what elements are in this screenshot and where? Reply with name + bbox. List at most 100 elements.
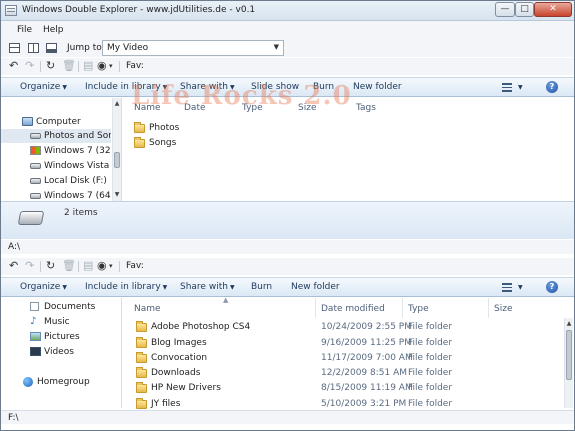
bottom-navigation-tree: Documents ♪ Music Pictures Videos Homegr…: [1, 298, 122, 408]
share-with-button[interactable]: Share with ▼: [180, 82, 235, 92]
tree-item-label: Windows 7 (32 Bi: [44, 146, 111, 156]
scrollbar-thumb[interactable]: [566, 330, 572, 380]
tree-scrollbar[interactable]: ▲ ▼: [112, 98, 121, 201]
tree-item-windows7-64[interactable]: Windows 7 (64 Bi: [1, 189, 111, 201]
properties-icon[interactable]: ▤: [83, 259, 93, 272]
table-row[interactable]: HP New Drivers 8/15/2009 11:19 AM File f…: [134, 381, 574, 396]
organize-button[interactable]: Organize ▼: [20, 82, 67, 92]
drive-icon: [30, 178, 41, 184]
scrollbar-thumb[interactable]: [114, 152, 120, 168]
tree-item-label: Pictures: [44, 332, 80, 342]
menu-file[interactable]: File: [17, 25, 32, 35]
include-in-library-button[interactable]: Include in library ▼: [85, 82, 167, 92]
title-bar[interactable]: Windows Double Explorer - www.jdUtilitie…: [1, 1, 574, 21]
scroll-up-icon[interactable]: ▲: [113, 100, 121, 107]
refresh-icon[interactable]: ↻: [46, 259, 55, 272]
burn-button[interactable]: Burn: [313, 82, 334, 92]
organize-button[interactable]: Organize ▼: [20, 282, 67, 292]
view-options-icon[interactable]: [502, 83, 512, 92]
scroll-up-icon[interactable]: ▲: [565, 320, 573, 327]
jump-to-select[interactable]: My Video ▼: [102, 40, 284, 56]
properties-icon[interactable]: ▤: [83, 59, 93, 72]
forward-icon[interactable]: ↷: [25, 59, 34, 72]
column-header-type[interactable]: Type: [408, 304, 429, 314]
column-header-size[interactable]: Size: [298, 103, 316, 113]
list-item[interactable]: Songs: [134, 136, 574, 151]
folder-icon: [136, 398, 147, 409]
scroll-down-icon[interactable]: ▼: [113, 191, 121, 198]
tree-item-windows-vista[interactable]: Windows Vista (D: [1, 159, 111, 173]
column-divider[interactable]: [402, 298, 403, 318]
tree-item-label: Photos and Song: [44, 131, 111, 141]
maximize-button[interactable]: □: [515, 2, 534, 17]
table-row[interactable]: Adobe Photoshop CS4 10/24/2009 2:55 PM F…: [134, 320, 574, 335]
table-row[interactable]: Convocation 11/17/2009 7:00 AM File fold…: [134, 351, 574, 366]
refresh-icon[interactable]: ↻: [46, 59, 55, 72]
minimize-button[interactable]: —: [495, 2, 515, 17]
column-header-name[interactable]: Name: [134, 304, 161, 314]
view-eye-icon[interactable]: ◉: [97, 59, 107, 72]
tree-item-computer[interactable]: Computer: [1, 115, 111, 129]
column-header-name[interactable]: Name: [134, 103, 161, 113]
folder-icon: [136, 321, 147, 332]
chevron-down-icon[interactable]: ▼: [518, 284, 523, 291]
burn-button[interactable]: Burn: [251, 282, 272, 292]
column-header-tags[interactable]: Tags: [356, 103, 376, 113]
list-scrollbar[interactable]: ▲: [564, 318, 573, 408]
folder-icon: [136, 382, 147, 393]
chevron-down-icon: ▼: [229, 284, 235, 291]
delete-icon[interactable]: 🗑: [62, 59, 76, 72]
drive-large-icon: [17, 211, 45, 225]
forward-icon[interactable]: ↷: [25, 259, 34, 272]
column-header-date-modified[interactable]: Date modified: [321, 304, 385, 314]
view-eye-icon[interactable]: ◉: [97, 259, 107, 272]
table-row[interactable]: Downloads 12/2/2009 8:51 AM File folder: [134, 366, 574, 381]
tree-item-documents[interactable]: Documents: [1, 300, 111, 314]
top-details-pane: 2 items: [1, 201, 574, 239]
item-date: 8/15/2009 11:19 AM: [321, 383, 413, 393]
include-in-library-button[interactable]: Include in library ▼: [85, 282, 167, 292]
bottom-status-bar: F:\: [1, 410, 574, 424]
back-icon[interactable]: ↶: [9, 59, 18, 72]
tree-item-label: Documents: [44, 302, 96, 312]
split-vertical-icon[interactable]: [28, 43, 39, 53]
column-header-date[interactable]: Date: [184, 103, 206, 113]
view-options-icon[interactable]: [502, 283, 512, 292]
tree-item-pictures[interactable]: Pictures: [1, 330, 111, 344]
list-item[interactable]: Photos: [134, 121, 574, 136]
favorites-label[interactable]: Fav:: [126, 261, 144, 271]
tree-item-homegroup[interactable]: Homegroup: [1, 375, 111, 389]
organize-label: Organize: [20, 82, 61, 92]
tree-item-videos[interactable]: Videos: [1, 345, 111, 359]
slide-show-button[interactable]: Slide show: [251, 82, 299, 92]
column-header-size[interactable]: Size: [494, 304, 512, 314]
new-folder-button[interactable]: New folder: [353, 82, 402, 92]
item-name: Downloads: [151, 368, 201, 378]
chevron-down-icon[interactable]: ▾: [109, 262, 113, 270]
folder-icon: [136, 337, 147, 348]
tree-item-local-disk-f[interactable]: Local Disk (F:): [1, 174, 111, 188]
pictures-icon: [30, 332, 41, 341]
tree-item-photos-and-songs[interactable]: Photos and Song: [1, 129, 111, 143]
tree-item-music[interactable]: ♪ Music: [1, 315, 111, 329]
chevron-down-icon[interactable]: ▼: [518, 84, 523, 91]
share-with-button[interactable]: Share with ▼: [180, 282, 235, 292]
single-pane-icon[interactable]: [46, 43, 57, 53]
back-icon[interactable]: ↶: [9, 259, 18, 272]
sort-indicator-icon: ▲: [223, 296, 229, 304]
chevron-down-icon[interactable]: ▾: [109, 62, 113, 70]
column-header-type[interactable]: Type: [242, 103, 263, 113]
new-folder-button[interactable]: New folder: [291, 282, 340, 292]
menu-help[interactable]: Help: [43, 25, 64, 35]
column-divider[interactable]: [488, 298, 489, 318]
item-type: File folder: [408, 368, 453, 378]
favorites-label[interactable]: Fav:: [126, 61, 144, 71]
table-row[interactable]: Blog Images 9/16/2009 11:25 PM File fold…: [134, 336, 574, 351]
close-button[interactable]: ✕: [534, 2, 572, 17]
delete-icon[interactable]: 🗑: [62, 259, 76, 272]
column-divider[interactable]: [315, 298, 316, 318]
help-icon[interactable]: ?: [546, 281, 558, 293]
help-icon[interactable]: ?: [546, 81, 558, 93]
tree-item-windows7-32[interactable]: Windows 7 (32 Bi: [1, 144, 111, 158]
split-horizontal-icon[interactable]: [9, 43, 20, 53]
